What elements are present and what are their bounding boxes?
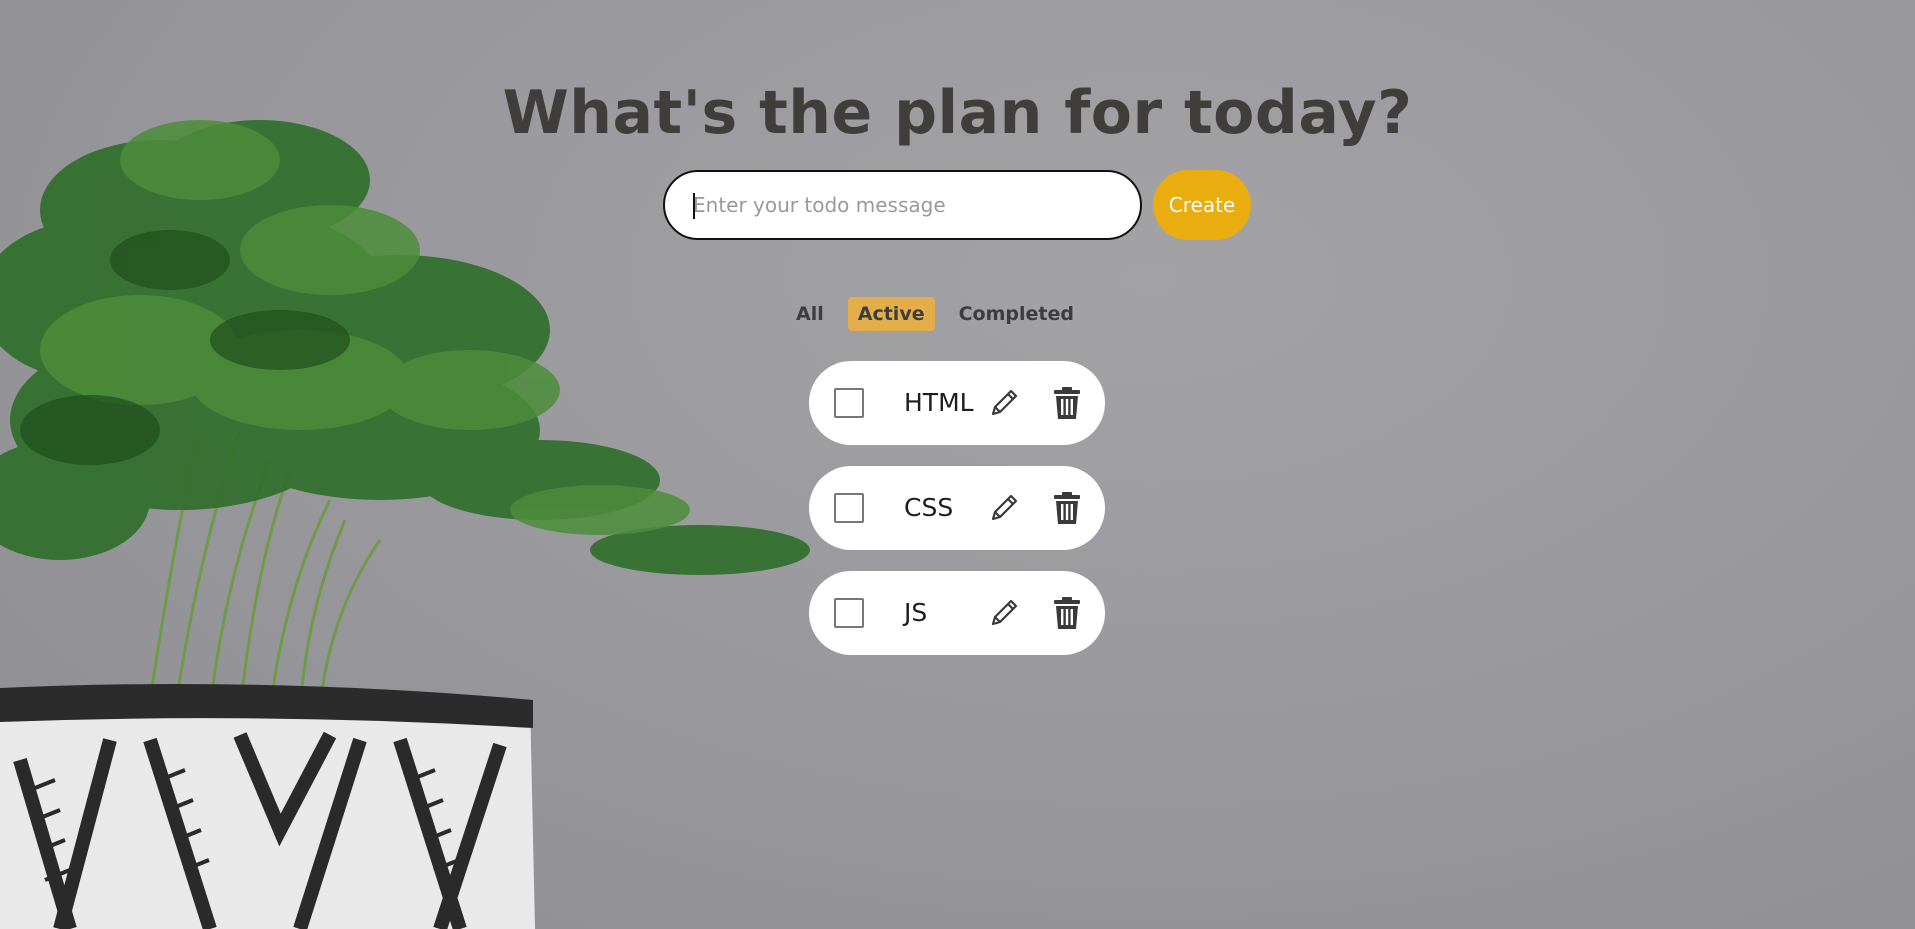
filter-tabs: All Active Completed (0, 297, 1915, 331)
filter-completed[interactable]: Completed (949, 297, 1084, 331)
text-caret (693, 193, 695, 219)
page-title: What's the plan for today? (502, 78, 1413, 148)
todo-text: HTML (904, 388, 974, 417)
filter-all[interactable]: All (786, 297, 834, 331)
todo-checkbox[interactable] (834, 493, 864, 523)
todo-text: JS (904, 598, 928, 627)
todo-app: What's the plan for today? Create All Ac… (0, 0, 1915, 929)
pencil-icon[interactable] (986, 385, 1022, 421)
pencil-icon[interactable] (986, 595, 1022, 631)
trash-icon[interactable] (1052, 491, 1082, 525)
todo-list: HTML CSS JS (809, 361, 1105, 676)
todo-item: CSS (809, 466, 1105, 550)
pencil-icon[interactable] (986, 490, 1022, 526)
todo-checkbox[interactable] (834, 388, 864, 418)
todo-item: HTML (809, 361, 1105, 445)
trash-icon[interactable] (1052, 596, 1082, 630)
create-button[interactable]: Create (1153, 170, 1251, 240)
todo-input[interactable] (663, 170, 1142, 240)
todo-text: CSS (904, 493, 954, 522)
trash-icon[interactable] (1052, 386, 1082, 420)
todo-item: JS (809, 571, 1105, 655)
filter-active[interactable]: Active (847, 297, 935, 331)
todo-checkbox[interactable] (834, 598, 864, 628)
